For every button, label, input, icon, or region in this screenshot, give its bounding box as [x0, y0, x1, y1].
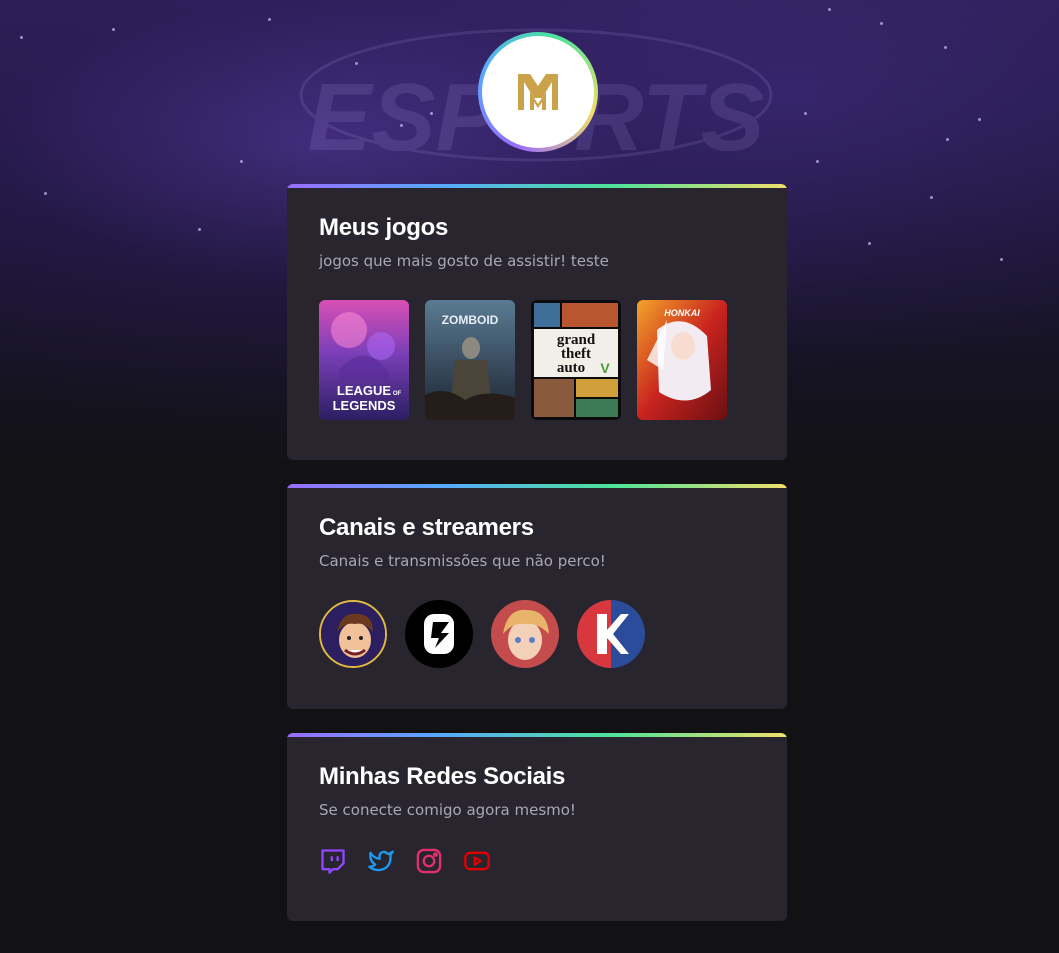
- socials-card: Minhas Redes Sociais Se conecte comigo a…: [287, 733, 787, 921]
- games-title: Meus jogos: [319, 214, 449, 241]
- twitch-icon: [321, 849, 345, 874]
- twitch-link[interactable]: [319, 847, 347, 875]
- channels-list: [319, 600, 645, 668]
- channel-avatar-2[interactable]: [405, 600, 473, 668]
- channels-card: Canais e streamers Canais e transmissões…: [287, 484, 787, 709]
- cartoon-avatar-icon: [321, 602, 385, 666]
- twitter-icon: [368, 850, 394, 872]
- youtube-link[interactable]: [463, 847, 491, 875]
- game-project-zomboid[interactable]: ZOMBOID: [425, 300, 515, 420]
- instagram-link[interactable]: [415, 847, 443, 875]
- channels-title: Canais e streamers: [319, 514, 534, 541]
- games-subtitle: jogos que mais gosto de assistir! teste: [319, 252, 609, 270]
- c-logo-icon: [405, 600, 473, 668]
- svg-text:LEAGUE: LEAGUE: [337, 383, 392, 398]
- games-card: Meus jogos jogos que mais gosto de assis…: [287, 184, 787, 460]
- socials-list: [319, 847, 491, 875]
- game-gta-v[interactable]: grand theft auto V: [531, 300, 621, 420]
- svg-text:ZOMBOID: ZOMBOID: [442, 313, 499, 327]
- instagram-icon: [416, 848, 442, 874]
- games-list: LEAGUE OF LEGENDS ZOMBOID grand theft au…: [319, 300, 727, 420]
- svg-text:V: V: [600, 360, 610, 376]
- profile-avatar[interactable]: [478, 32, 598, 152]
- twitter-link[interactable]: [367, 847, 395, 875]
- logo-m-icon: [518, 74, 558, 110]
- svg-text:LEGENDS: LEGENDS: [333, 398, 396, 413]
- game-league-of-legends[interactable]: LEAGUE OF LEGENDS: [319, 300, 409, 420]
- channel-avatar-3[interactable]: [491, 600, 559, 668]
- svg-text:HONKAI: HONKAI: [664, 308, 700, 318]
- anime-avatar-icon: [491, 600, 559, 668]
- k-logo-icon: [577, 600, 645, 668]
- channel-avatar-1[interactable]: [319, 600, 387, 668]
- channel-avatar-4[interactable]: [577, 600, 645, 668]
- game-honkai-impact[interactable]: HONKAI: [637, 300, 727, 420]
- svg-text:OF: OF: [393, 391, 402, 397]
- socials-subtitle: Se conecte comigo agora mesmo!: [319, 801, 576, 819]
- socials-title: Minhas Redes Sociais: [319, 763, 566, 790]
- channels-subtitle: Canais e transmissões que não perco!: [319, 552, 606, 570]
- svg-text:auto: auto: [557, 360, 585, 376]
- youtube-icon: [464, 851, 490, 871]
- avatar-logo: [482, 36, 594, 148]
